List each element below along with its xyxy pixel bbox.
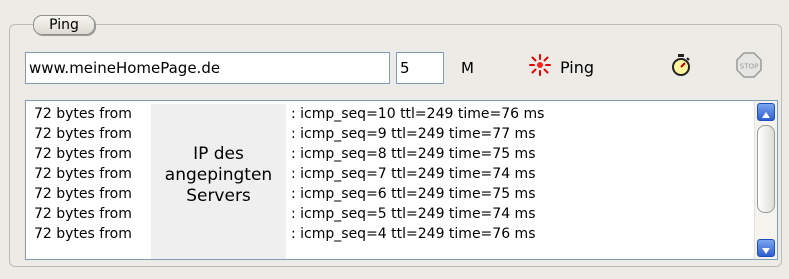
log-row-prefix: 72 bytes from bbox=[34, 126, 132, 142]
stop-sign-icon: STOP bbox=[736, 52, 762, 82]
log-row-prefix: 72 bytes from bbox=[34, 206, 132, 222]
log-row-detail: : icmp_seq=7 ttl=249 time=74 ms bbox=[291, 166, 536, 182]
stopwatch-icon bbox=[669, 53, 693, 81]
scroll-up-button[interactable] bbox=[757, 103, 775, 121]
log-row-prefix: 72 bytes from bbox=[34, 186, 132, 202]
url-input[interactable]: www.meineHomePage.de bbox=[25, 52, 390, 84]
vertical-scrollbar[interactable] bbox=[754, 101, 777, 259]
log-row-prefix: 72 bytes from bbox=[34, 226, 132, 242]
ping-output-list[interactable]: 72 bytes from : icmp_seq=10 ttl=249 time=… bbox=[25, 100, 778, 260]
ping-button[interactable]: Ping bbox=[528, 52, 610, 82]
count-unit-label: M bbox=[461, 59, 474, 77]
arrow-up-icon bbox=[762, 103, 770, 122]
count-input[interactable]: 5 bbox=[396, 52, 444, 84]
arrow-down-icon bbox=[762, 239, 770, 258]
log-row-detail: : icmp_seq=10 ttl=249 time=76 ms bbox=[291, 106, 545, 122]
ping-button-label: Ping bbox=[560, 57, 595, 77]
log-row-prefix: 72 bytes from bbox=[34, 166, 132, 182]
log-row-prefix: 72 bytes from bbox=[34, 146, 132, 162]
stop-button[interactable]: STOP bbox=[734, 52, 764, 82]
svg-text:STOP: STOP bbox=[740, 63, 758, 71]
scroll-down-button[interactable] bbox=[757, 239, 775, 257]
log-row-detail: : icmp_seq=8 ttl=249 time=75 ms bbox=[291, 146, 536, 162]
log-row-detail: : icmp_seq=4 ttl=249 time=76 ms bbox=[291, 226, 536, 242]
sun-burst-icon bbox=[528, 53, 552, 81]
ip-address-overlay: IP des angepingten Servers bbox=[151, 104, 286, 259]
ping-panel: Ping www.meineHomePage.de 5 M Ping STOP … bbox=[0, 0, 789, 279]
log-row-prefix: 72 bytes from bbox=[34, 106, 132, 122]
ping-group-title: Ping bbox=[33, 15, 95, 35]
scrollbar-thumb[interactable] bbox=[757, 125, 775, 213]
timer-button[interactable] bbox=[666, 52, 696, 82]
log-row-detail: : icmp_seq=5 ttl=249 time=74 ms bbox=[291, 206, 536, 222]
log-row-detail: : icmp_seq=6 ttl=249 time=75 ms bbox=[291, 186, 536, 202]
log-row-detail: : icmp_seq=9 ttl=249 time=77 ms bbox=[291, 126, 536, 142]
